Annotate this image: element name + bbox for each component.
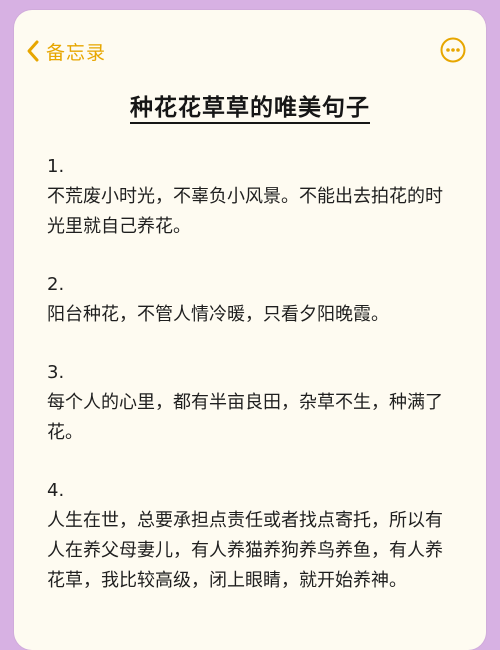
item-number: 3. (47, 362, 65, 383)
item-text: 不荒废小时光，不辜负小风景。不能出去拍花的时光里就自己养花。 (47, 186, 443, 237)
list-item: 4. 人生在世，总要承担点责任或者找点寄托，所以有人在养父母妻儿，有人养猫养狗养… (47, 476, 457, 596)
list-item: 2. 阳台种花，不管人情冷暖，只看夕阳晚霞。 (47, 270, 457, 330)
screen-background: 备忘录 种花花草草的唯美句子 1. 不荒废小时光，不辜负小风景。不能出去拍花的时… (0, 0, 500, 650)
item-number: 2. (47, 274, 65, 295)
note-card: 备忘录 种花花草草的唯美句子 1. 不荒废小时光，不辜负小风景。不能出去拍花的时… (14, 10, 486, 650)
item-text: 阳台种花，不管人情冷暖，只看夕阳晚霞。 (47, 304, 389, 325)
item-text: 每个人的心里，都有半亩良田，杂草不生，种满了花。 (47, 392, 443, 443)
chevron-left-icon (26, 39, 40, 63)
list-item: 3. 每个人的心里，都有半亩良田，杂草不生，种满了花。 (47, 358, 457, 448)
item-number: 1. (47, 156, 65, 177)
item-text: 人生在世，总要承担点责任或者找点寄托，所以有人在养父母妻儿，有人养猫养狗养鸟养鱼… (47, 510, 443, 591)
note-body[interactable]: 1. 不荒废小时光，不辜负小风景。不能出去拍花的时光里就自己养花。 2. 阳台种… (47, 152, 457, 624)
navigation-bar: 备忘录 (14, 10, 486, 92)
back-button[interactable]: 备忘录 (26, 36, 106, 66)
more-horizontal-icon (440, 37, 466, 63)
more-button[interactable] (440, 37, 466, 63)
list-item: 1. 不荒废小时光，不辜负小风景。不能出去拍花的时光里就自己养花。 (47, 152, 457, 242)
note-title: 种花花草草的唯美句子 (14, 88, 486, 124)
item-number: 4. (47, 480, 65, 501)
note-title-text: 种花花草草的唯美句子 (130, 95, 370, 124)
back-label: 备忘录 (46, 41, 107, 64)
